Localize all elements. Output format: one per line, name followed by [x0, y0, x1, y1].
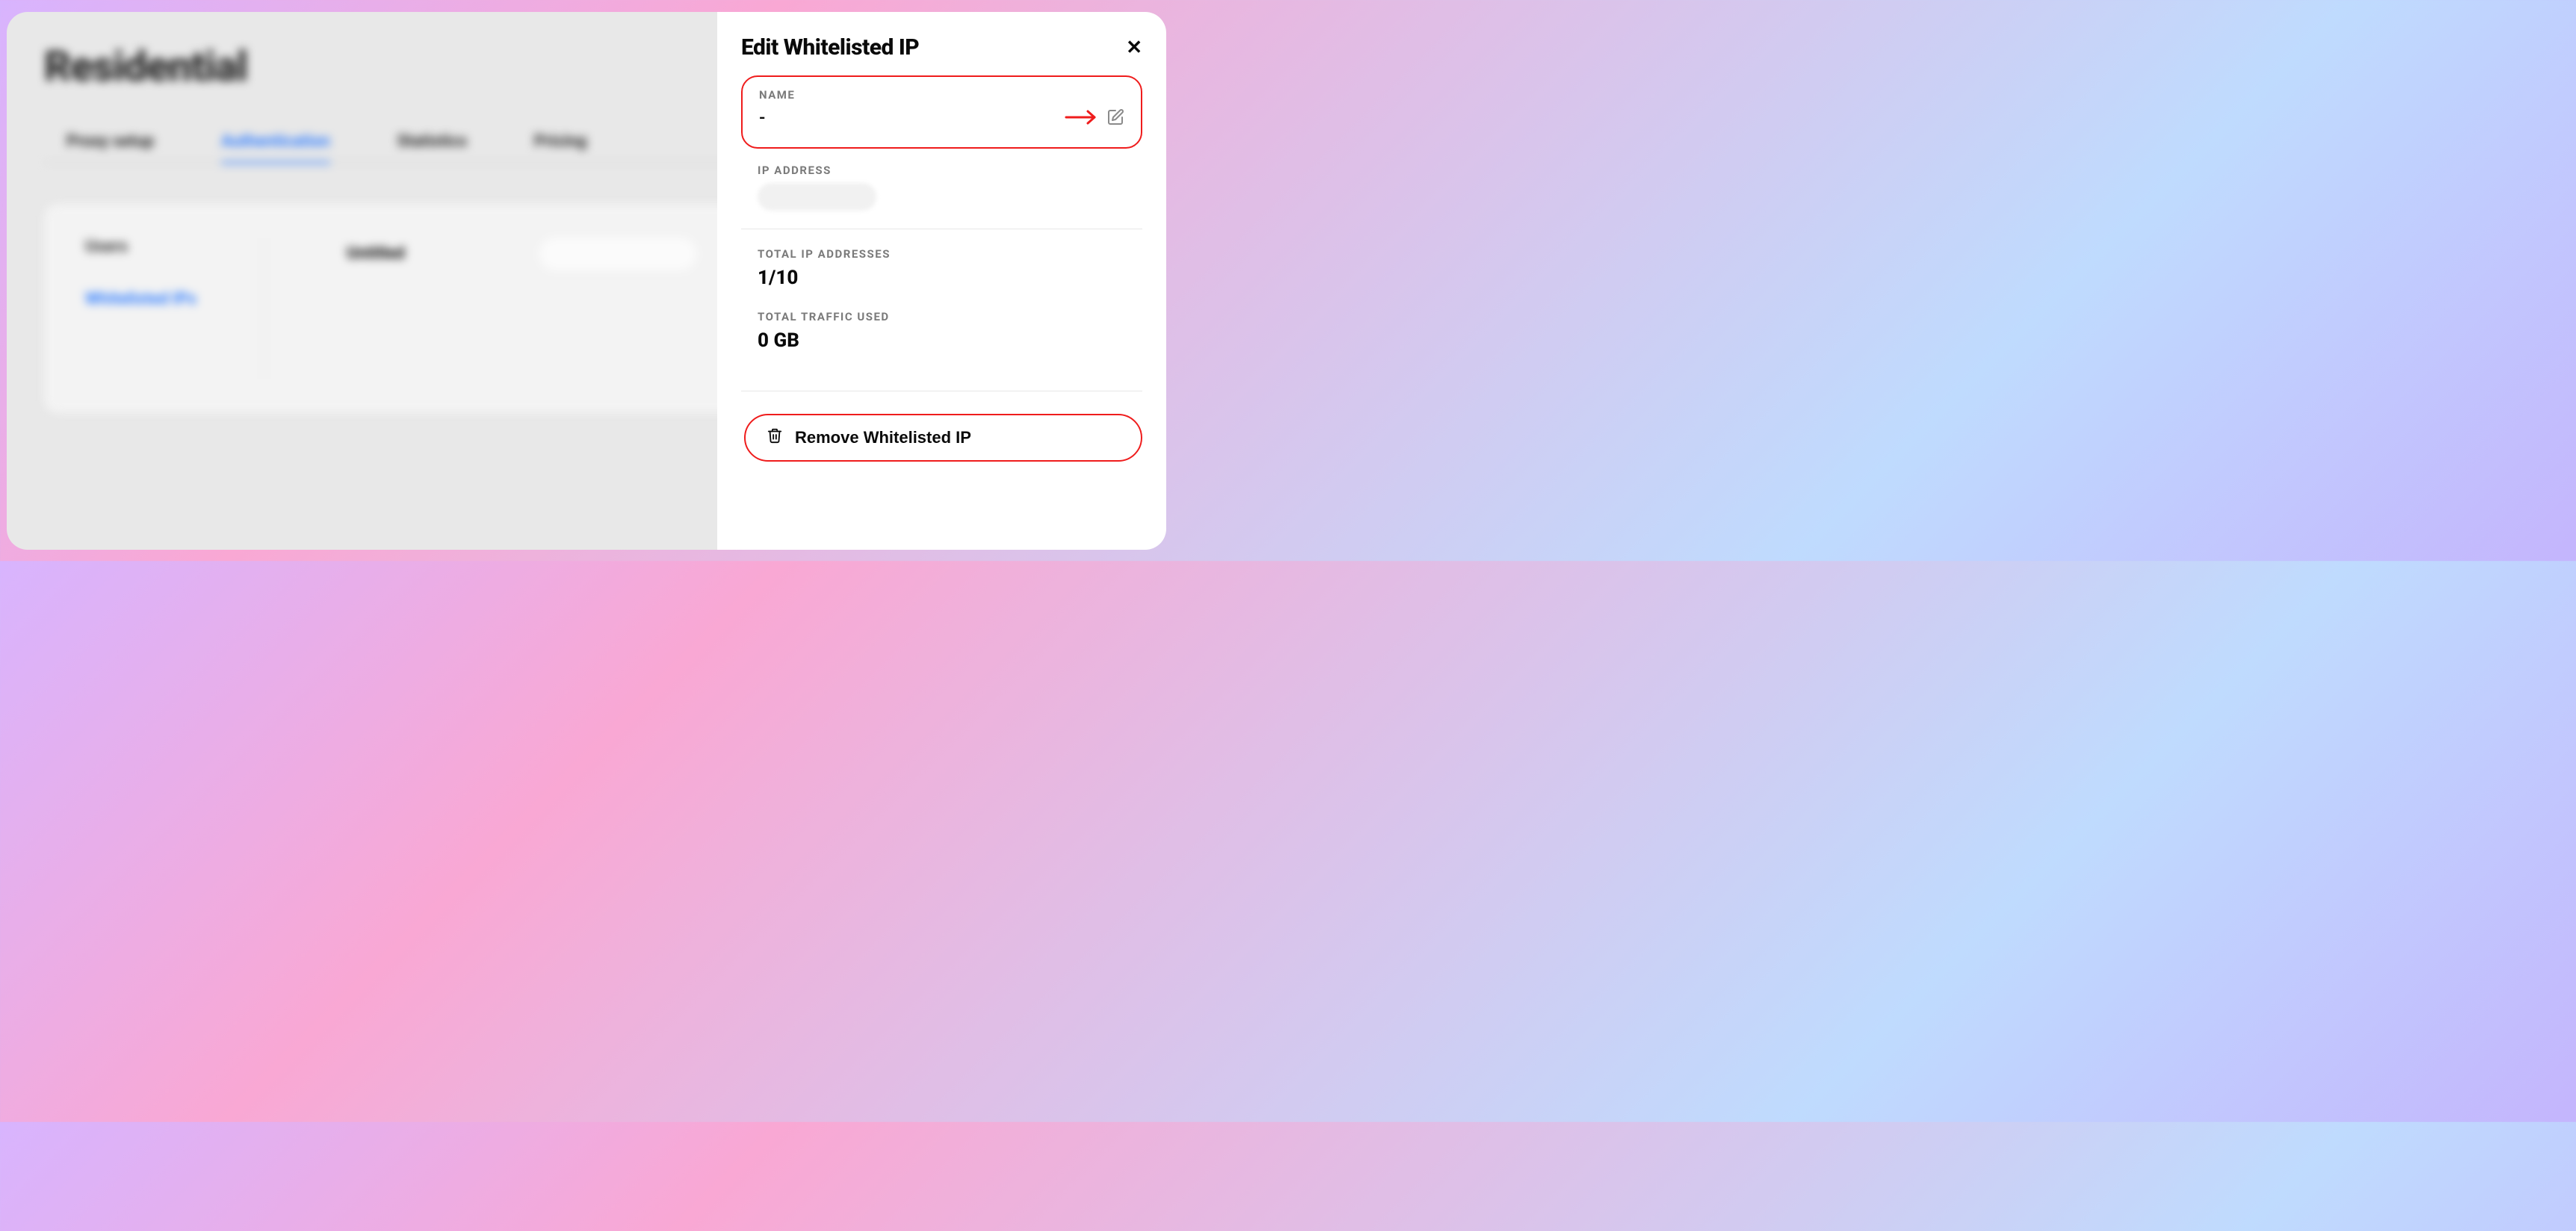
arrow-right-icon	[1065, 110, 1097, 125]
total-traffic-used-label: TOTAL TRAFFIC USED	[758, 310, 1126, 323]
tab-statistics[interactable]: Statistics	[397, 132, 467, 151]
name-label: NAME	[759, 88, 1124, 102]
tab-authentication[interactable]: Authentication	[221, 132, 329, 164]
main-item-label: Untitled	[347, 244, 405, 263]
total-ip-addresses-block: TOTAL IP ADDRESSES 1/10	[741, 247, 1142, 289]
sidebar-item-whitelisted-ips[interactable]: Whitelisted IPs	[85, 290, 219, 308]
ip-address-section: IP ADDRESS 171.000.00.00	[741, 164, 1142, 211]
close-icon[interactable]: ✕	[1126, 37, 1142, 57]
total-ip-addresses-label: TOTAL IP ADDRESSES	[758, 247, 1126, 261]
total-traffic-used-value: 0 GB	[758, 329, 1126, 352]
main-item-pill	[539, 238, 696, 270]
edit-whitelisted-ip-panel: Edit Whitelisted IP ✕ NAME -	[717, 12, 1166, 550]
tab-pricing[interactable]: Pricing	[534, 132, 586, 151]
total-traffic-used-block: TOTAL TRAFFIC USED 0 GB	[741, 310, 1142, 352]
trash-icon	[767, 427, 783, 448]
remove-button-label: Remove Whitelisted IP	[795, 428, 971, 447]
panel-header: Edit Whitelisted IP ✕	[741, 34, 1142, 61]
name-field-highlighted: NAME -	[741, 75, 1142, 149]
edit-icon[interactable]	[1106, 108, 1124, 126]
ip-address-value-masked: 171.000.00.00	[758, 183, 876, 211]
name-edit-group	[1065, 108, 1124, 126]
remove-whitelisted-ip-button[interactable]: Remove Whitelisted IP	[744, 414, 1142, 462]
total-ip-addresses-value: 1/10	[758, 267, 1126, 289]
panel-title: Edit Whitelisted IP	[741, 34, 919, 61]
name-value: -	[759, 108, 765, 128]
app-frame: Residential Proxy setup Authentication S…	[7, 12, 1166, 550]
ip-address-label: IP ADDRESS	[758, 164, 1126, 177]
card-sidebar: Users Whitelisted IPs	[85, 238, 264, 379]
sidebar-item-users[interactable]: Users	[85, 238, 219, 256]
tab-proxy-setup[interactable]: Proxy setup	[66, 132, 154, 151]
name-row: -	[759, 108, 1124, 128]
